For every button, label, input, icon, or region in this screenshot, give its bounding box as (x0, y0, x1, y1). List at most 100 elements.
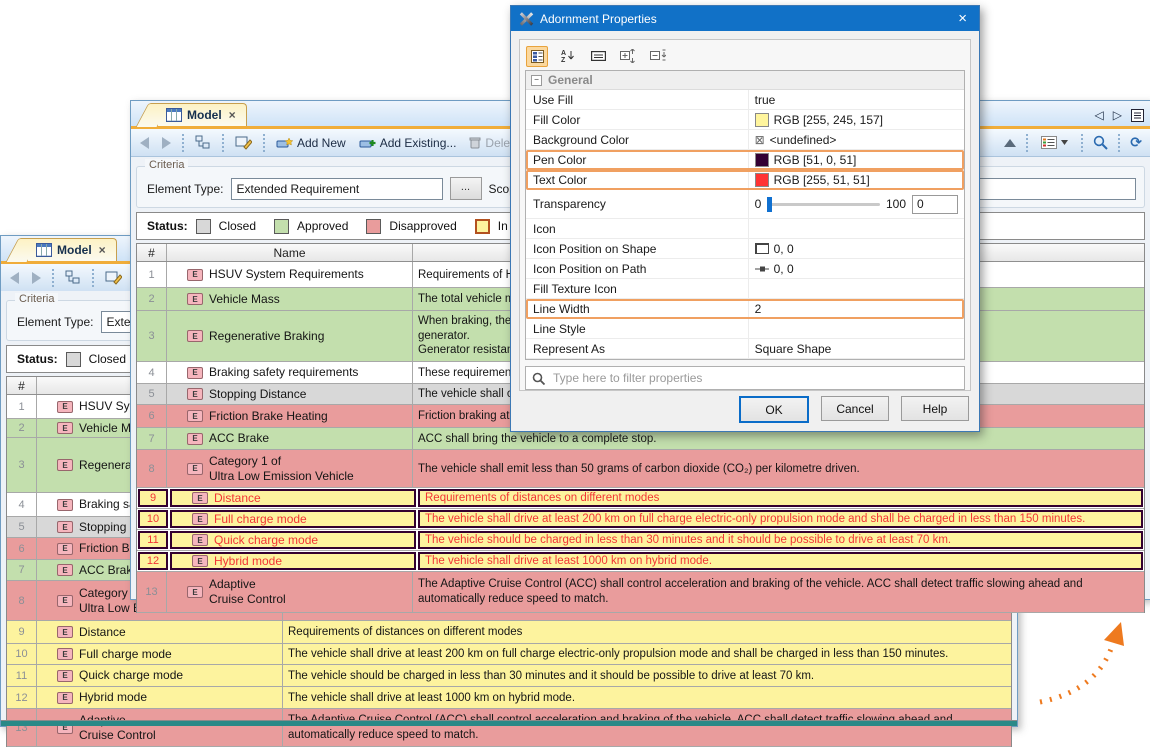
table-row[interactable]: 13EAdaptiveCruise ControlThe Adaptive Cr… (137, 572, 1144, 613)
back-button[interactable] (137, 136, 152, 150)
dialog-close-icon[interactable]: × (954, 10, 971, 27)
requirement-name-cell[interactable]: EFriction Brake Heating (167, 405, 413, 427)
column-header-number[interactable]: # (137, 244, 167, 261)
requirement-name-cell[interactable]: EStopping Distance (167, 384, 413, 404)
section-general[interactable]: −General (526, 71, 964, 90)
property-value[interactable]: 01000 (748, 190, 964, 218)
requirement-name-cell[interactable]: EHSUV System Requirements (167, 262, 413, 287)
back-button[interactable] (7, 271, 22, 285)
requirement-name-cell[interactable]: EFull charge mode (37, 644, 283, 664)
requirement-name-cell[interactable]: EHybrid mode (170, 552, 416, 570)
property-row-text-color[interactable]: Text ColorRGB [255, 51, 51] (526, 170, 964, 190)
property-row-use-fill[interactable]: Use Filltrue (526, 90, 964, 110)
tab-close-icon[interactable]: × (99, 243, 106, 257)
requirement-name-cell[interactable]: EBraking safety requirements (167, 362, 413, 383)
property-value[interactable]: 0, 0 (748, 239, 964, 258)
transparency-value-input[interactable]: 0 (912, 195, 958, 214)
tab-model[interactable]: Model × (27, 238, 117, 261)
property-value[interactable]: RGB [255, 51, 51] (748, 170, 964, 189)
element-type-browse-button[interactable]: ... (450, 177, 482, 200)
requirement-text-cell[interactable]: The vehicle should be charged in less th… (283, 665, 1011, 686)
table-row[interactable]: 11EQuick charge modeThe vehicle should b… (7, 665, 1011, 687)
table-row[interactable]: 10EFull charge modeThe vehicle shall dri… (7, 644, 1011, 665)
property-value[interactable]: true (748, 90, 964, 109)
element-type-input[interactable] (231, 178, 443, 200)
requirement-text-cell[interactable]: The vehicle shall drive at least 200 km … (283, 644, 1011, 664)
requirement-name-cell[interactable]: EDistance (37, 621, 283, 643)
requirement-text-cell[interactable]: The vehicle should be charged in less th… (418, 531, 1143, 549)
property-value[interactable] (748, 279, 964, 298)
table-row[interactable]: 12EHybrid modeThe vehicle shall drive at… (7, 687, 1011, 709)
requirement-name-cell[interactable]: EVehicle Mass (167, 288, 413, 310)
add-existing-button[interactable]: Add Existing... (356, 135, 460, 151)
property-row-icon-position-on-path[interactable]: Icon Position on Path0, 0 (526, 259, 964, 279)
property-value[interactable]: ⊠<undefined> (748, 130, 964, 149)
requirement-name-cell[interactable]: EAdaptiveCruise Control (167, 572, 413, 612)
property-row-line-width[interactable]: Line Width2 (526, 299, 964, 319)
table-row[interactable]: 9EDistanceRequirements of distances on d… (7, 621, 1011, 644)
table-row[interactable]: 10EFull charge modeThe vehicle shall dri… (137, 509, 1144, 530)
property-row-represent-as[interactable]: Represent AsSquare Shape (526, 339, 964, 359)
ok-button[interactable]: OK (739, 396, 809, 423)
property-row-icon-position-on-shape[interactable]: Icon Position on Shape0, 0 (526, 239, 964, 259)
requirement-name-cell[interactable]: EQuick charge mode (170, 531, 416, 549)
requirement-text-cell[interactable]: The vehicle shall drive at least 1000 km… (418, 552, 1143, 570)
table-row[interactable]: 12EHybrid modeThe vehicle shall drive at… (137, 551, 1144, 572)
requirement-name-cell[interactable]: EAdaptiveCruise Control (37, 709, 283, 746)
show-in-tree-button[interactable] (192, 134, 214, 151)
transparency-slider[interactable] (767, 203, 880, 206)
requirement-name-cell[interactable]: ECategory 1 ofUltra Low Emission Vehicle (167, 450, 413, 487)
property-value[interactable]: RGB [51, 0, 51] (748, 150, 964, 169)
table-row[interactable]: 13EAdaptiveCruise ControlThe Adaptive Cr… (7, 709, 1011, 747)
scroll-tabs-left-icon[interactable]: ◁ (1095, 108, 1104, 122)
property-value[interactable]: RGB [255, 245, 157] (748, 110, 964, 129)
property-row-transparency[interactable]: Transparency01000 (526, 190, 964, 219)
collapse-section-icon[interactable]: − (531, 75, 542, 86)
requirement-name-cell[interactable]: EQuick charge mode (37, 665, 283, 686)
forward-button[interactable] (29, 271, 44, 285)
forward-button[interactable] (159, 136, 174, 150)
tab-list-icon[interactable] (1131, 109, 1144, 122)
search-icon[interactable] (1093, 135, 1108, 150)
show-in-tree-button[interactable] (62, 269, 84, 286)
requirement-name-cell[interactable]: EHybrid mode (37, 687, 283, 708)
property-value[interactable]: Square Shape (748, 339, 964, 358)
cancel-button[interactable]: Cancel (821, 396, 889, 421)
categorized-view-button[interactable] (526, 46, 548, 67)
property-row-icon[interactable]: Icon (526, 219, 964, 239)
help-button[interactable]: Help (901, 396, 969, 421)
requirement-text-cell[interactable]: Requirements of distances on different m… (283, 621, 1011, 643)
property-row-fill-color[interactable]: Fill ColorRGB [255, 245, 157] (526, 110, 964, 130)
requirement-text-cell[interactable]: The vehicle shall drive at least 1000 km… (283, 687, 1011, 708)
property-row-background-color[interactable]: Background Color⊠<undefined> (526, 130, 964, 150)
expand-all-button[interactable] (618, 47, 638, 66)
table-row[interactable]: 11EQuick charge modeThe vehicle should b… (137, 530, 1144, 551)
property-row-fill-texture-icon[interactable]: Fill Texture Icon (526, 279, 964, 299)
requirement-text-cell[interactable]: Requirements of distances on different m… (418, 489, 1143, 507)
property-value[interactable]: 2 (748, 299, 964, 318)
table-row[interactable]: 9EDistanceRequirements of distances on d… (137, 488, 1144, 509)
collapse-all-button[interactable] (648, 47, 668, 66)
table-row[interactable]: 8ECategory 1 ofUltra Low Emission Vehicl… (137, 450, 1144, 488)
slider-handle[interactable] (767, 197, 772, 212)
edit-criteria-button[interactable] (102, 269, 125, 286)
description-area-button[interactable] (588, 47, 608, 66)
requirement-name-cell[interactable]: EFull charge mode (170, 510, 416, 528)
tab-close-icon[interactable]: × (229, 108, 236, 122)
tab-model[interactable]: Model × (157, 103, 247, 126)
filter-properties-input[interactable] (551, 370, 958, 386)
requirement-text-cell[interactable]: The vehicle shall emit less than 50 gram… (413, 450, 1144, 487)
refresh-icon[interactable]: ⟳ (1130, 134, 1142, 151)
column-header-number[interactable]: # (7, 377, 37, 394)
add-new-button[interactable]: Add New (273, 135, 349, 151)
edit-criteria-button[interactable] (232, 134, 255, 151)
collapse-criteria-icon[interactable] (1004, 139, 1016, 147)
requirement-name-cell[interactable]: ERegenerative Braking (167, 311, 413, 361)
property-row-pen-color[interactable]: Pen ColorRGB [51, 0, 51] (526, 150, 964, 170)
requirement-text-cell[interactable]: The vehicle shall drive at least 200 km … (418, 510, 1143, 528)
property-row-line-style[interactable]: Line Style (526, 319, 964, 339)
sort-alphabetically-button[interactable]: AZ (558, 47, 578, 66)
property-value[interactable] (748, 319, 964, 338)
columns-button[interactable] (1038, 135, 1071, 150)
dialog-title-bar[interactable]: Adornment Properties × (511, 6, 979, 31)
